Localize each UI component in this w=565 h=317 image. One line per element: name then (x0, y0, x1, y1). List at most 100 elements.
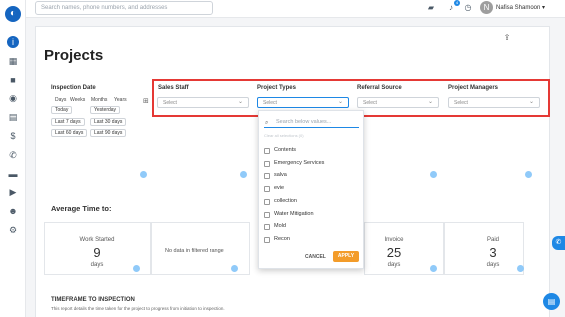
unit-days[interactable]: Days (55, 97, 66, 103)
option-water-mitigation[interactable]: Water Mitigation (264, 210, 360, 219)
option-salva[interactable]: salva (264, 171, 360, 180)
option-label: collection (274, 198, 297, 204)
share-icon[interactable]: ⇪ (501, 32, 513, 44)
sidebar: ◐ i ▦ ■ ◉ ▤ $ ✆ ▬ ▶ ☻ ⚙ (0, 0, 26, 317)
avatar[interactable]: N (480, 1, 493, 14)
option-label: salva (274, 172, 287, 178)
referral-source-select[interactable]: Select ⌄ (357, 97, 439, 108)
unit-years[interactable]: Years (114, 97, 127, 103)
quick-last-30[interactable]: Last 30 days (90, 118, 127, 126)
metric-value: 3 (489, 245, 497, 260)
chevron-down-icon: ▾ (542, 5, 546, 11)
timeline-dot[interactable] (430, 171, 437, 178)
timeline-dot[interactable] (517, 265, 524, 272)
calendar-grid-icon[interactable]: ⊞ (143, 97, 149, 105)
timeline-dot[interactable] (525, 171, 532, 178)
chevron-down-icon: ⌄ (427, 99, 433, 105)
timeline-dot[interactable] (430, 265, 437, 272)
camera-icon[interactable]: ◉ (7, 92, 19, 104)
project-types-value: Select (263, 100, 277, 106)
metric-value: 25 (386, 245, 402, 260)
timeline-dot[interactable] (231, 265, 238, 272)
sales-staff-label: Sales Staff (158, 85, 189, 91)
project-managers-value: Select (454, 100, 468, 106)
checkbox[interactable] (264, 173, 270, 179)
sales-staff-select[interactable]: Select ⌄ (157, 97, 249, 108)
option-mold[interactable]: Mold (264, 222, 360, 231)
unit-weeks[interactable]: Weeks (70, 97, 85, 103)
metric-unit: days (90, 262, 104, 268)
timeframe-title: TIMEFRAME TO INSPECTION (51, 297, 135, 303)
option-emergency-services[interactable]: Emergency Services (264, 159, 360, 168)
option-collection[interactable]: collection (264, 197, 360, 206)
chevron-down-icon: ⌄ (337, 99, 343, 105)
checkbox[interactable] (264, 237, 270, 243)
dollar-icon[interactable]: $ (7, 130, 19, 142)
chevron-down-icon: ⌄ (528, 99, 534, 105)
map-icon[interactable]: ▤ (7, 111, 19, 123)
unit-months[interactable]: Months (91, 97, 107, 103)
checkbox[interactable] (264, 161, 270, 167)
inspection-date-label: Inspection Date (51, 85, 96, 91)
clear-selections-link[interactable]: Clear all selections (0) (264, 133, 304, 138)
project-types-label: Project Types (257, 85, 296, 91)
building-icon[interactable]: ▦ (7, 55, 19, 67)
timeline-dot[interactable] (140, 171, 147, 178)
team-icon[interactable]: ☻ (7, 205, 19, 217)
checkbox[interactable] (264, 224, 270, 230)
option-contents[interactable]: Contents (264, 146, 360, 155)
project-types-dropdown: ⌕ Search below values... Clear all selec… (258, 110, 364, 269)
page-title: Projects (44, 47, 104, 64)
project-types-select[interactable]: Select ⌄ (257, 97, 349, 108)
dropdown-apply-button[interactable]: APPLY (333, 251, 359, 262)
no-data-text: No data in filtered range (165, 248, 224, 254)
company-logo-icon[interactable]: ◐ (5, 6, 21, 22)
quick-today[interactable]: Today (51, 106, 73, 114)
info-icon[interactable]: i (7, 36, 19, 48)
option-label: Recon (274, 236, 290, 242)
phone-float-icon[interactable]: ✆ (552, 236, 565, 250)
option-evie[interactable]: evie (264, 184, 360, 193)
dropdown-search-input[interactable]: ⌕ Search below values... (264, 117, 359, 128)
checkbox[interactable] (264, 186, 270, 192)
folder-icon[interactable]: ▬ (7, 168, 19, 180)
quick-last-60[interactable]: Last 60 days (51, 129, 88, 137)
truck-icon[interactable]: ▶ (7, 186, 19, 198)
timeline-dot[interactable] (133, 265, 140, 272)
notification-badge: 4 (454, 0, 460, 6)
quick-yesterday[interactable]: Yesterday (90, 106, 121, 114)
referral-source-label: Referral Source (357, 85, 402, 91)
briefcase-icon[interactable]: ■ (7, 74, 19, 86)
gear-icon[interactable]: ⚙ (7, 224, 19, 236)
option-label: Water Mitigation (274, 211, 314, 217)
checkbox[interactable] (264, 212, 270, 218)
sales-staff-value: Select (163, 100, 177, 106)
metric-label: Paid (486, 237, 499, 243)
checkbox[interactable] (264, 148, 270, 154)
search-icon: ⌕ (265, 120, 269, 126)
metric-value: 9 (93, 245, 101, 260)
phone-icon[interactable]: ✆ (7, 149, 19, 161)
dropdown-cancel-button[interactable]: CANCEL (305, 254, 326, 260)
quick-last-7[interactable]: Last 7 days (51, 118, 85, 126)
timeline-dot[interactable] (240, 171, 247, 178)
project-managers-select[interactable]: Select ⌄ (448, 97, 540, 108)
metric-label: Invoice (384, 237, 404, 243)
global-search-input[interactable]: Search names, phone numbers, and address… (35, 1, 213, 15)
option-label: evie (274, 185, 285, 191)
user-menu[interactable]: Nafisa Shamoon ▾ (496, 4, 545, 11)
chat-icon[interactable]: ▰ (426, 3, 436, 13)
dropdown-search-placeholder: Search below values... (276, 119, 332, 125)
option-recon[interactable]: Recon (264, 235, 360, 244)
quick-last-90[interactable]: Last 90 days (90, 129, 127, 137)
option-label: Mold (274, 223, 286, 229)
timeframe-description: This report details the time taken for t… (51, 306, 225, 311)
clock-icon[interactable]: ◷ (463, 3, 473, 13)
checkbox[interactable] (264, 199, 270, 205)
app-root: ◐ i ▦ ■ ◉ ▤ $ ✆ ▬ ▶ ☻ ⚙ Search names, ph… (0, 0, 565, 317)
chat-float-icon[interactable]: ▤ (543, 293, 560, 310)
user-name: Nafisa Shamoon (496, 5, 541, 11)
option-label: Emergency Services (274, 160, 325, 166)
option-label: Contents (274, 147, 297, 153)
project-managers-label: Project Managers (448, 85, 499, 91)
